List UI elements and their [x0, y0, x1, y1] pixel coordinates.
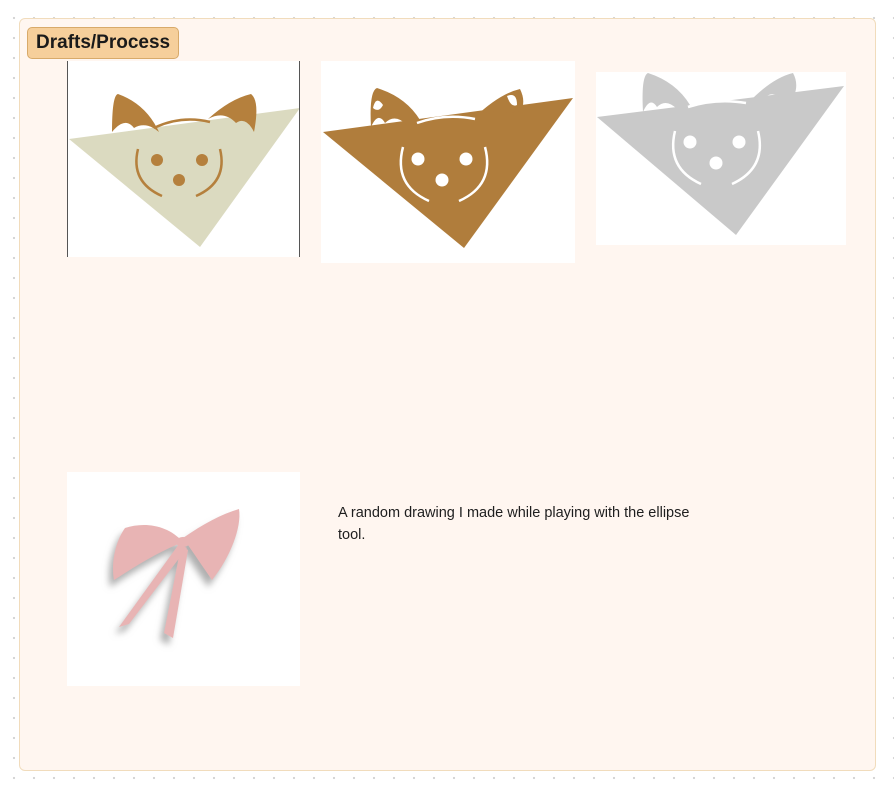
face-triangle [69, 108, 299, 247]
section-label[interactable]: Drafts/Process [27, 27, 180, 59]
eye-left [151, 154, 163, 166]
drawing-description-text: A random drawing I made while playing wi… [338, 505, 690, 543]
bow-knot [176, 537, 190, 547]
drafts-image-gray[interactable] [596, 72, 846, 245]
eye-left [411, 152, 425, 166]
drafts-image-brown[interactable] [321, 61, 575, 263]
nose [173, 174, 185, 186]
nose [709, 156, 723, 170]
face-triangle [323, 98, 573, 248]
eye-right [196, 154, 208, 166]
nose [435, 173, 449, 187]
bow-right-loop [183, 509, 240, 580]
left-ear-shape [642, 73, 690, 112]
drafts-image-beige[interactable] [67, 61, 300, 257]
bow-left-loop [113, 524, 183, 580]
eye-left [683, 135, 697, 149]
bow-drawing-image[interactable] [67, 472, 300, 686]
left-ear-shape [112, 94, 159, 132]
eye-right [732, 135, 746, 149]
eye-right [459, 152, 473, 166]
